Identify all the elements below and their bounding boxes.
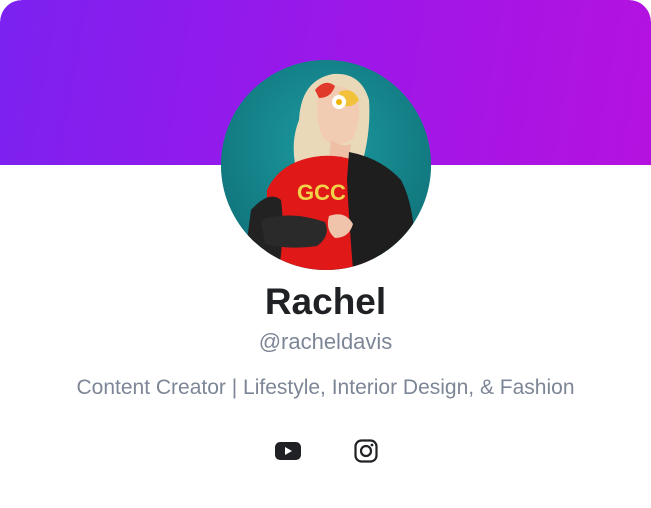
profile-card: GCC Rachel @racheldavis Content Creator … [0,0,651,508]
avatar: GCC [221,60,431,270]
svg-text:GCC: GCC [297,180,346,205]
avatar-image: GCC [221,60,431,270]
instagram-icon [354,439,378,463]
instagram-link[interactable] [353,438,379,464]
youtube-icon [275,442,301,460]
youtube-link[interactable] [275,438,301,464]
profile-bio: Content Creator | Lifestyle, Interior De… [76,376,575,399]
profile-name: Rachel [264,281,387,322]
social-links [0,438,651,464]
profile-handle: @racheldavis [258,329,393,354]
